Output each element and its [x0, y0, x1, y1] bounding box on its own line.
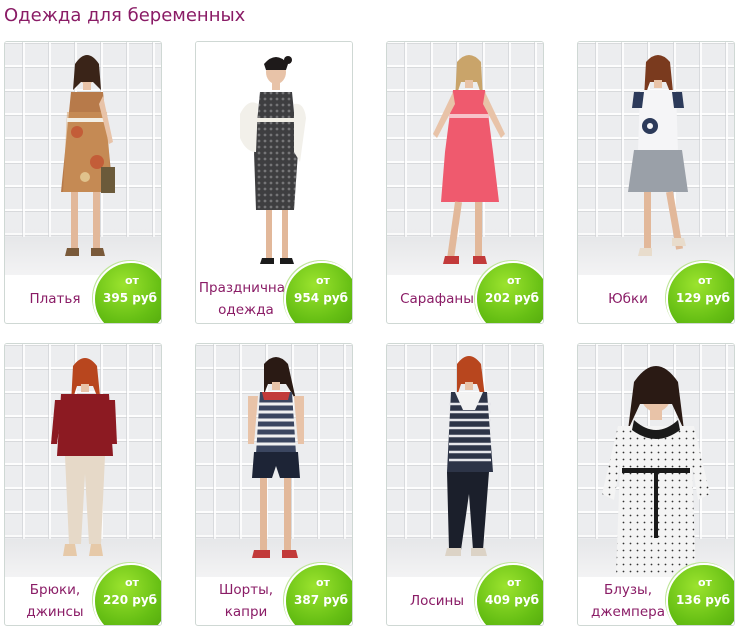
- category-photo[interactable]: [578, 42, 734, 275]
- category-label[interactable]: Блузы, джемпера: [578, 577, 678, 625]
- category-label[interactable]: Юбки: [578, 275, 678, 323]
- category-card-trousers[interactable]: Брюки, джинсы от 220 руб: [4, 343, 162, 626]
- model-figure: [61, 55, 115, 256]
- price-value: 409 руб: [485, 593, 540, 607]
- price-prefix: от: [507, 576, 521, 589]
- category-label[interactable]: Праздничная одежда: [196, 275, 296, 323]
- category-photo[interactable]: [5, 344, 161, 577]
- price-prefix: от: [698, 274, 712, 287]
- price-prefix: от: [125, 576, 139, 589]
- category-photo[interactable]: [578, 344, 734, 577]
- category-label[interactable]: Лосины: [387, 577, 487, 625]
- price-prefix: от: [316, 274, 330, 287]
- category-photo[interactable]: [387, 344, 543, 577]
- category-photo[interactable]: [387, 42, 543, 275]
- price-value: 220 руб: [103, 593, 158, 607]
- price-value: 136 руб: [676, 593, 731, 607]
- category-card-dresses[interactable]: Платья от 395 руб: [4, 41, 162, 324]
- model-figure: [248, 357, 304, 558]
- category-photo[interactable]: [196, 42, 352, 275]
- category-card-leggings[interactable]: Лосины от 409 руб: [386, 343, 544, 626]
- category-label[interactable]: Шорты, капри: [196, 577, 296, 625]
- category-label[interactable]: Платья: [5, 275, 105, 323]
- category-card-skirts[interactable]: Юбки от 129 руб: [577, 41, 735, 324]
- model-figure: [602, 366, 710, 577]
- category-grid: Платья от 395 руб Праздничная одежда от …: [0, 0, 745, 637]
- category-photo[interactable]: [196, 344, 352, 577]
- price-value: 954 руб: [294, 291, 349, 305]
- category-label[interactable]: Брюки, джинсы: [5, 577, 105, 625]
- model-figure: [51, 358, 117, 556]
- category-card-festive[interactable]: Праздничная одежда от 954 руб: [195, 41, 353, 324]
- model-figure: [628, 55, 688, 256]
- price-value: 387 руб: [294, 593, 349, 607]
- price-prefix: от: [316, 576, 330, 589]
- price-value: 202 руб: [485, 291, 540, 305]
- category-card-shorts[interactable]: Шорты, капри от 387 руб: [195, 343, 353, 626]
- model-figure: [240, 56, 306, 264]
- price-prefix: от: [125, 274, 139, 287]
- category-card-sundresses[interactable]: Сарафаны от 202 руб: [386, 41, 544, 324]
- price-value: 129 руб: [676, 291, 731, 305]
- category-label[interactable]: Сарафаны: [387, 275, 487, 323]
- price-value: 395 руб: [103, 291, 158, 305]
- model-figure: [433, 55, 505, 264]
- price-prefix: от: [698, 576, 712, 589]
- model-figure: [445, 356, 493, 556]
- category-photo[interactable]: [5, 42, 161, 275]
- category-card-blouses[interactable]: Блузы, джемпера от 136 руб: [577, 343, 735, 626]
- price-prefix: от: [507, 274, 521, 287]
